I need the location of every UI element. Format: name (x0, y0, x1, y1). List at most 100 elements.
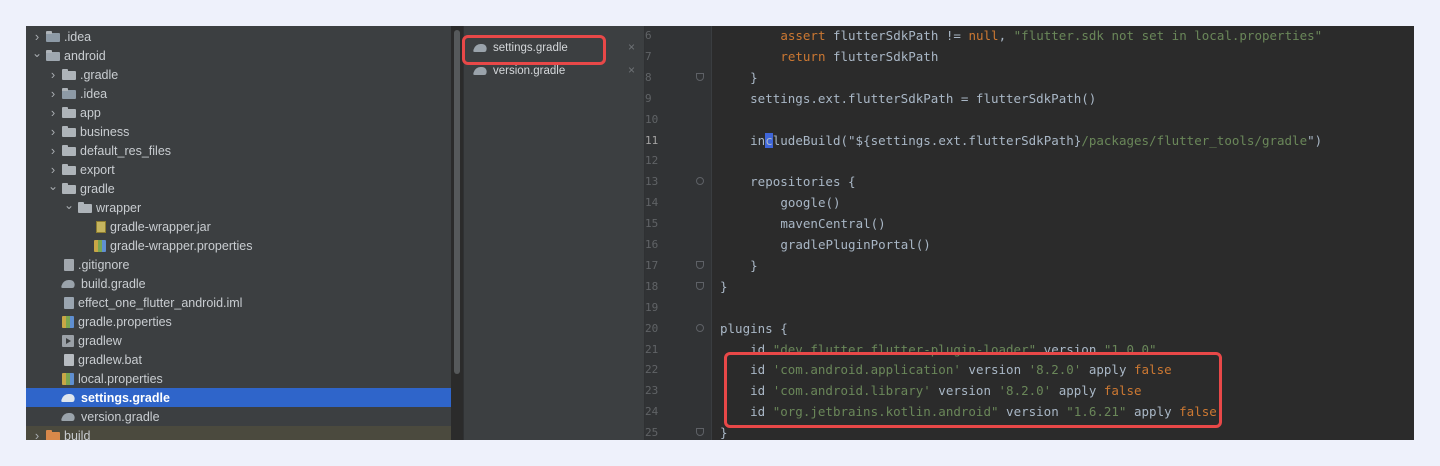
line-number: 22 (645, 363, 659, 377)
tree-item-version-gradle[interactable]: ›version.gradle (26, 407, 451, 426)
code-token: } (720, 278, 728, 294)
ide-window: › .idea ⌄ android › .gradle › .idea › app › busines… (26, 26, 1414, 440)
code-line[interactable]: 22 id 'com.android.application' version '… (645, 359, 1414, 380)
folder-icon (62, 106, 76, 118)
line-number: 11 (645, 133, 659, 147)
code-line[interactable]: 16 gradlePluginPortal() (645, 234, 1414, 255)
file-tab-version-gradle[interactable]: version.gradle × (464, 61, 644, 81)
close-icon[interactable]: × (628, 63, 635, 77)
tree-item-gradle-wrapper-properties[interactable]: ›gradle-wrapper.properties (26, 236, 451, 255)
code-line[interactable]: 8} (645, 67, 1414, 88)
code-token: version (1036, 341, 1104, 357)
code-line[interactable]: 6 assert flutterSdkPath != null, "flutter… (645, 26, 1414, 46)
code-line[interactable]: 23 id 'com.android.library' version '8.2.… (645, 380, 1414, 401)
code-token: apply (1081, 362, 1134, 378)
code-token: ") (1307, 132, 1323, 148)
code-line[interactable]: 9 settings.ext.flutterSdkPath = flutterSd… (645, 88, 1414, 109)
line-number: 15 (645, 217, 659, 231)
tree-item-wrapper[interactable]: ⌄ wrapper (26, 198, 451, 217)
code-line[interactable]: 15 mavenCentral() (645, 213, 1414, 234)
tree-item-label: settings.gradle (81, 390, 170, 405)
props-icon (94, 239, 106, 252)
code-editor[interactable]: 6 assert flutterSdkPath != null, "flutter… (645, 26, 1414, 440)
tree-item-idea[interactable]: › .idea (26, 27, 451, 46)
code-token: null (968, 28, 999, 43)
tree-item-gradlew-bat[interactable]: ›gradlew.bat (26, 350, 451, 369)
line-number: 6 (645, 29, 652, 42)
file-tab-settings-gradle[interactable]: settings.gradle × (464, 38, 644, 58)
tree-item-gradle[interactable]: ⌄ gradle (26, 179, 451, 198)
chevron-right-icon[interactable]: › (46, 86, 60, 101)
tree-item-business[interactable]: › business (26, 122, 451, 141)
tab-partial-label: ~~ ~ ~~~ (474, 26, 523, 32)
tree-item-build[interactable]: › build (26, 426, 451, 440)
tree-item-android[interactable]: ⌄ android (26, 46, 451, 65)
chevron-right-icon[interactable]: › (46, 67, 60, 82)
line-number: 19 (645, 300, 659, 314)
tree-item-label: default_res_files (80, 143, 172, 158)
code-line[interactable]: 10 (645, 109, 1414, 130)
code-line[interactable]: 7 return flutterSdkPath (645, 46, 1414, 67)
gradle-elephant-icon (474, 66, 489, 76)
tree-item-local-properties[interactable]: ›local.properties (26, 369, 451, 388)
code-line[interactable]: 24 id "org.jetbrains.kotlin.android" vers… (645, 401, 1414, 422)
code-line[interactable]: 11 includeBuild("${settings.ext.flutterSd… (645, 130, 1414, 151)
code-token: 'com.android.application' (772, 362, 961, 378)
tree-item-gradle[interactable]: › .gradle (26, 65, 451, 84)
code-token: false (1103, 383, 1142, 399)
fold-marker-icon[interactable] (696, 323, 704, 332)
fold-marker-icon[interactable] (696, 72, 704, 81)
chevron-down-icon[interactable]: ⌄ (46, 179, 60, 193)
chevron-right-icon[interactable]: › (46, 162, 60, 177)
chevron-right-icon[interactable]: › (46, 143, 60, 158)
code-line[interactable]: 25} (645, 422, 1414, 440)
chevron-right-icon[interactable]: › (46, 124, 60, 139)
tree-item-gitignore[interactable]: ›.gitignore (26, 255, 451, 274)
code-token: repositories { (750, 174, 856, 190)
tree-scrollbar[interactable] (454, 30, 460, 374)
chevron-down-icon[interactable]: ⌄ (30, 46, 44, 60)
code-token: id (750, 404, 773, 420)
jar-icon (96, 220, 106, 233)
gradle-elephant-icon (474, 43, 489, 53)
chevron-right-icon[interactable]: › (30, 29, 44, 44)
line-number: 8 (645, 70, 652, 84)
text-cursor: c (765, 132, 773, 148)
folder-icon (78, 201, 92, 213)
tree-item-export[interactable]: › export (26, 160, 451, 179)
code-line[interactable]: 12 (645, 150, 1414, 171)
chevron-right-icon[interactable]: › (30, 428, 44, 440)
code-token: id (750, 341, 773, 357)
tree-item-settings-gradle[interactable]: ›settings.gradle (26, 388, 451, 407)
code-line[interactable]: 14 google() (645, 192, 1414, 213)
code-line[interactable]: 19 (645, 297, 1414, 318)
tree-item-label: business (80, 124, 130, 139)
folder-icon (62, 68, 76, 80)
close-icon[interactable]: × (628, 40, 635, 54)
tree-item-effect-one-flutter-android-iml[interactable]: ›effect_one_flutter_android.iml (26, 293, 451, 312)
tree-item-label: build (64, 428, 91, 441)
chevron-down-icon[interactable]: ⌄ (62, 198, 76, 212)
tree-item-app[interactable]: › app (26, 103, 451, 122)
tree-item-gradlew[interactable]: ›gradlew (26, 331, 451, 350)
tree-item-gradle-wrapper-jar[interactable]: ›gradle-wrapper.jar (26, 217, 451, 236)
code-token: false (1179, 404, 1217, 420)
tree-item-gradle-properties[interactable]: ›gradle.properties (26, 312, 451, 331)
tree-item-default-res-files[interactable]: › default_res_files (26, 141, 451, 160)
folder-icon (62, 182, 76, 194)
fold-marker-icon[interactable] (696, 281, 704, 290)
line-number: 7 (645, 49, 652, 63)
chevron-right-icon[interactable]: › (46, 105, 60, 120)
code-line[interactable]: 18} (645, 276, 1414, 297)
code-line[interactable]: 21 id "dev.flutter.flutter-plugin-loader"… (645, 339, 1414, 360)
code-token: google() (780, 195, 841, 211)
tree-item-idea[interactable]: › .idea (26, 84, 451, 103)
code-line[interactable]: 20 plugins { (645, 318, 1414, 339)
tree-item-label: .idea (80, 86, 108, 101)
gitignore-icon (64, 258, 74, 271)
tree-item-label: gradlew.bat (78, 352, 142, 367)
code-line[interactable]: 17} (645, 255, 1414, 276)
fold-marker-icon[interactable] (696, 260, 704, 269)
code-line[interactable]: 13 repositories { (645, 171, 1414, 192)
tree-item-build-gradle[interactable]: ›build.gradle (26, 274, 451, 293)
